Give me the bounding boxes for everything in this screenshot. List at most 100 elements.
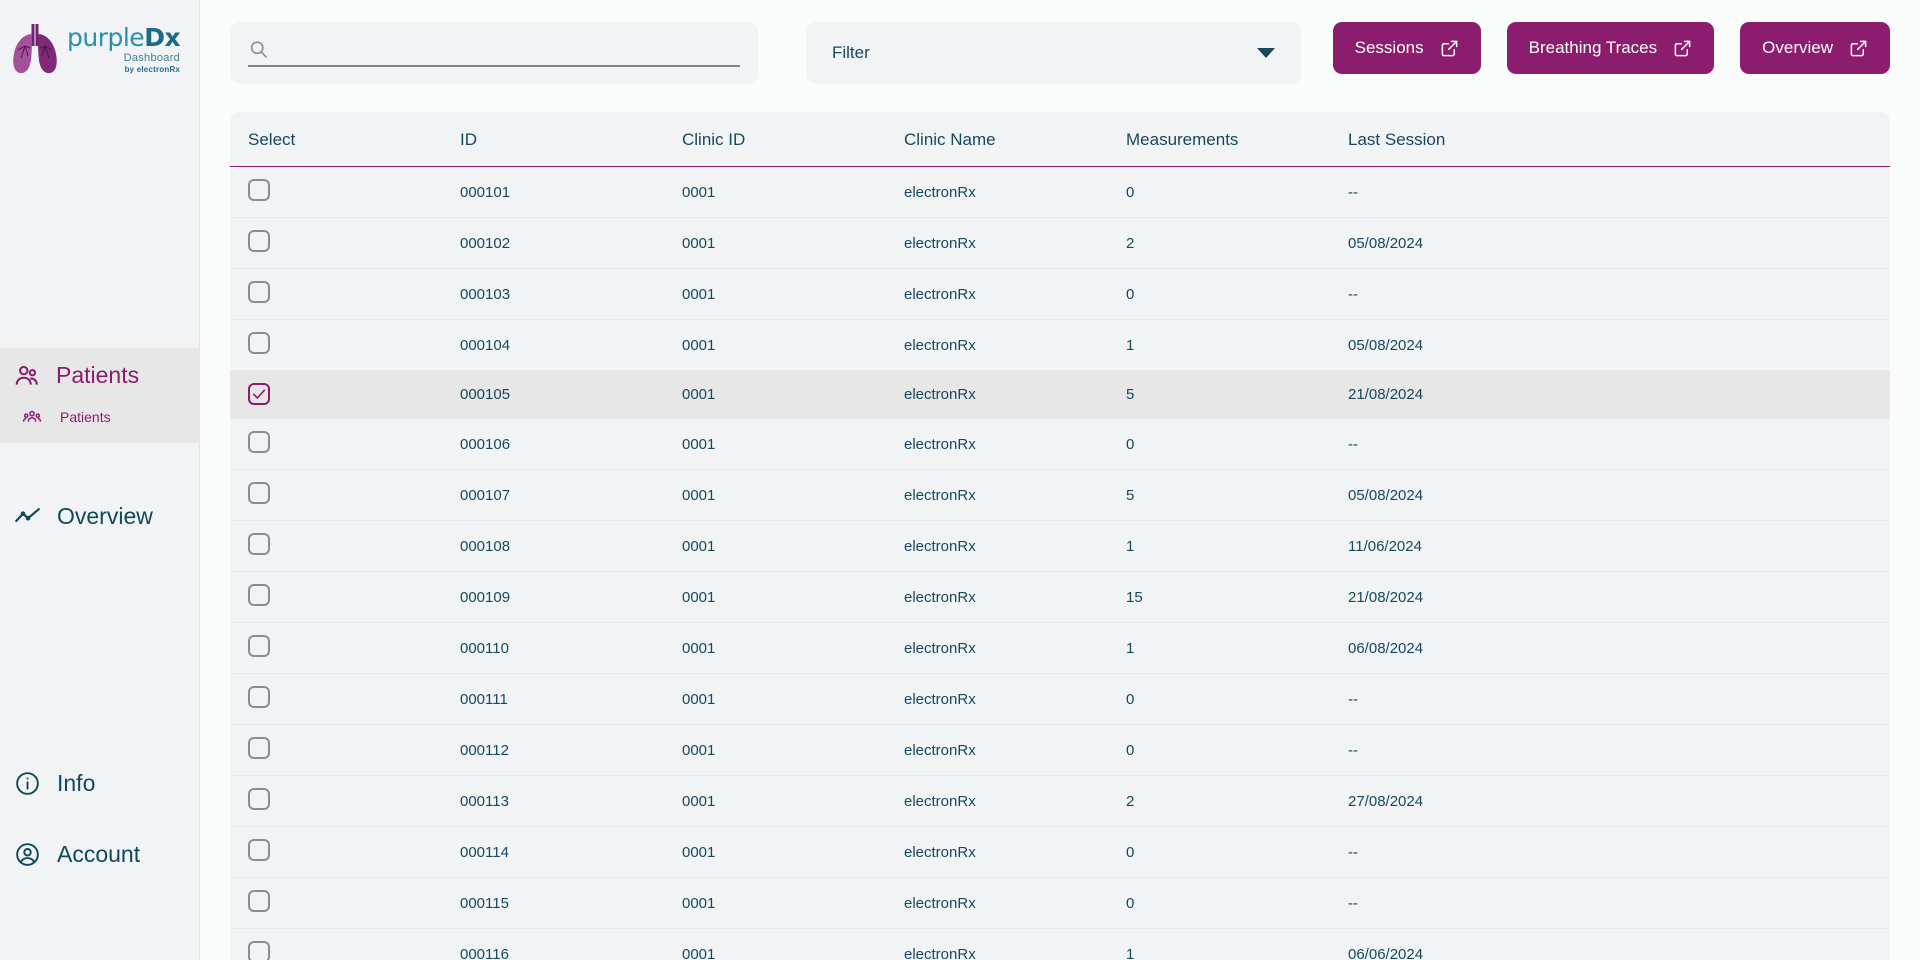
filter-dropdown[interactable]: Filter [805, 22, 1301, 84]
column-header-measurements: Measurements [1126, 112, 1348, 167]
patients-table: Select ID Clinic ID Clinic Name Measurem… [230, 112, 1890, 960]
brand-byline: by electronRx [124, 64, 181, 74]
cell-select [230, 469, 460, 521]
cell-clinic-name: electronRx [904, 571, 1126, 623]
overview-button[interactable]: Overview [1740, 22, 1890, 74]
table-row[interactable]: 000114 0001 electronRx 0 -- [230, 826, 1890, 878]
sidebar-item-patients[interactable]: Patients [0, 348, 199, 403]
cell-clinic-id: 0001 [682, 268, 904, 320]
sidebar-item-account[interactable]: Account [0, 819, 199, 890]
cell-clinic-id: 0001 [682, 418, 904, 470]
cell-last-session: -- [1348, 826, 1890, 878]
row-checkbox[interactable] [248, 635, 270, 657]
cell-clinic-name: electronRx [904, 370, 1126, 419]
sidebar-item-patients-label: Patients [56, 362, 140, 388]
cell-id: 000105 [460, 370, 682, 419]
cell-last-session: 21/08/2024 [1348, 571, 1890, 623]
sidebar-item-info[interactable]: Info [0, 748, 199, 819]
table-row[interactable]: 000109 0001 electronRx 15 21/08/2024 [230, 571, 1890, 623]
cell-select [230, 571, 460, 623]
cell-clinic-id: 0001 [682, 826, 904, 878]
row-checkbox[interactable] [248, 482, 270, 504]
cell-id: 000115 [460, 877, 682, 929]
external-link-icon [1674, 40, 1691, 56]
table-row[interactable]: 000115 0001 electronRx 0 -- [230, 877, 1890, 929]
cell-clinic-name: electronRx [904, 928, 1126, 960]
cell-select [230, 166, 460, 218]
row-checkbox[interactable] [248, 584, 270, 606]
table-row[interactable]: 000110 0001 electronRx 1 06/08/2024 [230, 622, 1890, 674]
cell-select [230, 319, 460, 371]
row-checkbox[interactable] [248, 788, 270, 810]
sidebar-subitem-patients[interactable]: Patients [0, 403, 199, 443]
cell-measurements: 0 [1126, 166, 1348, 218]
search-input[interactable] [277, 41, 740, 60]
sessions-button-label: Sessions [1354, 38, 1424, 57]
cell-clinic-id: 0001 [682, 469, 904, 521]
brand-name-part1: purple [67, 22, 145, 52]
account-circle-icon [16, 843, 39, 866]
cell-clinic-name: electronRx [904, 775, 1126, 827]
table-row[interactable]: 000104 0001 electronRx 1 05/08/2024 [230, 319, 1890, 371]
cell-measurements: 1 [1126, 520, 1348, 572]
brand-logo[interactable]: purpleDx Dashboard by electronRx [0, 0, 199, 98]
cell-last-session: -- [1348, 166, 1890, 218]
row-checkbox[interactable] [248, 839, 270, 861]
check-icon [252, 389, 266, 399]
column-header-select: Select [230, 112, 460, 167]
cell-clinic-name: electronRx [904, 673, 1126, 725]
table-row[interactable]: 000116 0001 electronRx 1 06/06/2024 [230, 928, 1890, 960]
cell-clinic-id: 0001 [682, 622, 904, 674]
cell-clinic-name: electronRx [904, 166, 1126, 218]
table-row[interactable]: 000103 0001 electronRx 0 -- [230, 268, 1890, 320]
row-checkbox[interactable] [248, 941, 270, 960]
cell-id: 000111 [460, 673, 682, 725]
lungs-icon [13, 24, 57, 74]
table-row[interactable]: 000108 0001 electronRx 1 11/06/2024 [230, 520, 1890, 572]
external-link-icon [1850, 40, 1867, 56]
cell-clinic-name: electronRx [904, 418, 1126, 470]
cell-measurements: 0 [1126, 724, 1348, 776]
row-checkbox[interactable] [248, 890, 270, 912]
cell-select [230, 724, 460, 776]
sidebar-item-overview[interactable]: Overview [0, 489, 199, 544]
cell-clinic-name: electronRx [904, 268, 1126, 320]
cell-last-session: 05/08/2024 [1348, 319, 1890, 371]
table-body: 000101 0001 electronRx 0 -- 000102 0001 electro… [230, 166, 1890, 960]
row-checkbox[interactable] [248, 281, 270, 303]
table-row[interactable]: 000113 0001 electronRx 2 27/08/2024 [230, 775, 1890, 827]
row-checkbox[interactable] [248, 431, 270, 453]
cell-last-session: 11/06/2024 [1348, 520, 1890, 572]
cell-select [230, 268, 460, 320]
search-icon [250, 41, 267, 58]
trend-line-icon [15, 508, 40, 523]
row-checkbox[interactable] [248, 383, 270, 405]
row-checkbox[interactable] [248, 737, 270, 759]
row-checkbox[interactable] [248, 332, 270, 354]
row-checkbox[interactable] [248, 533, 270, 555]
table-row[interactable]: 000107 0001 electronRx 5 05/08/2024 [230, 469, 1890, 521]
table-row[interactable]: 000105 0001 electronRx 5 21/08/2024 [230, 370, 1890, 419]
table-row[interactable]: 000106 0001 electronRx 0 -- [230, 418, 1890, 470]
people-icon [15, 365, 38, 385]
breathing-traces-button[interactable]: Breathing Traces [1506, 22, 1715, 74]
table-row[interactable]: 000101 0001 electronRx 0 -- [230, 166, 1890, 218]
cell-clinic-id: 0001 [682, 217, 904, 269]
row-checkbox[interactable] [248, 686, 270, 708]
search-field [248, 39, 740, 67]
overview-button-label: Overview [1762, 38, 1833, 57]
cell-measurements: 1 [1126, 622, 1348, 674]
app-root: purpleDx Dashboard by electronRx Patient… [0, 0, 1920, 960]
table-header: Select ID Clinic ID Clinic Name Measurem… [230, 112, 1890, 167]
table-row[interactable]: 000102 0001 electronRx 2 05/08/2024 [230, 217, 1890, 269]
info-circle-icon [16, 772, 39, 795]
cell-select [230, 418, 460, 470]
table-row[interactable]: 000111 0001 electronRx 0 -- [230, 673, 1890, 725]
sessions-button[interactable]: Sessions [1332, 22, 1481, 74]
row-checkbox[interactable] [248, 230, 270, 252]
row-checkbox[interactable] [248, 179, 270, 201]
cell-last-session: 27/08/2024 [1348, 775, 1890, 827]
table-row[interactable]: 000112 0001 electronRx 0 -- [230, 724, 1890, 776]
cell-id: 000112 [460, 724, 682, 776]
cell-id: 000102 [460, 217, 682, 269]
